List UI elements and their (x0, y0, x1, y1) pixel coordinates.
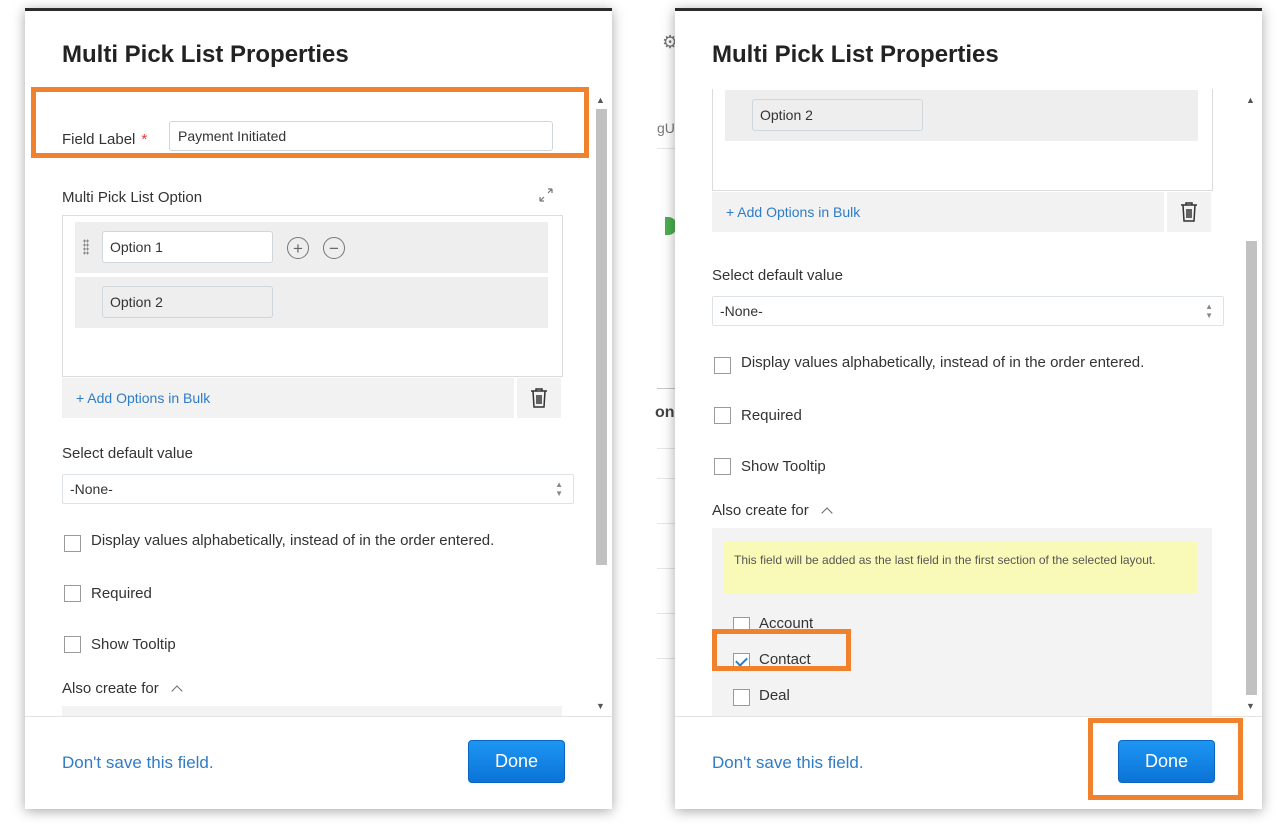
required-checkbox-label: Required (91, 585, 152, 602)
done-button[interactable]: Done (468, 740, 565, 783)
option-input[interactable]: Option 2 (752, 99, 923, 131)
dont-save-field-link[interactable]: Don't save this field. (62, 753, 214, 773)
option-row[interactable]: Option 2 (75, 277, 548, 328)
option-row[interactable]: Option 2 (725, 90, 1198, 141)
also-create-panel: This field will be added as the last fie… (712, 528, 1212, 717)
add-options-in-bulk-link[interactable]: + Add Options in Bulk (76, 390, 210, 406)
delete-options-button[interactable] (1167, 192, 1211, 232)
options-list: Option 2 (712, 89, 1213, 191)
expand-icon[interactable] (538, 187, 554, 203)
also-create-for-label: Also create for (62, 680, 159, 697)
add-options-in-bulk-link[interactable]: + Add Options in Bulk (726, 204, 860, 220)
scroll-down-arrow-icon[interactable]: ▼ (596, 701, 605, 711)
option-row[interactable]: Option 1 + − (75, 222, 548, 273)
alphabetical-checkbox[interactable] (64, 535, 81, 552)
deal-checkbox-label: Deal (759, 687, 790, 704)
field-label-input[interactable]: Payment Initiated (169, 121, 553, 151)
select-arrows-icon: ▲ ▼ (555, 480, 563, 498)
contact-checkbox[interactable] (733, 653, 750, 670)
field-label-text: Field Label (62, 131, 136, 148)
layout-note: This field will be added as the last fie… (724, 542, 1198, 594)
required-checkbox-label: Required (741, 407, 802, 424)
scroll-up-arrow-icon[interactable]: ▲ (1246, 95, 1255, 105)
chevron-up-icon (171, 685, 183, 697)
select-arrows-icon: ▲ ▼ (1205, 302, 1213, 320)
dialog-footer: Don't save this field. Done (25, 716, 612, 809)
add-option-icon[interactable]: + (287, 237, 309, 259)
dialog-body: Field Label * Payment Initiated Multi Pic… (25, 89, 612, 717)
dialog-footer: Don't save this field. Done (675, 716, 1262, 809)
trash-icon (1181, 202, 1197, 222)
show-tooltip-checkbox-label: Show Tooltip (91, 636, 176, 653)
delete-options-button[interactable] (517, 378, 561, 418)
dialog-body: Option 2 + Add Options in Bulk Select de… (675, 89, 1262, 717)
scrollbar-thumb[interactable] (596, 109, 607, 565)
scrollbar[interactable]: ▲ ▼ (592, 89, 610, 717)
required-checkbox[interactable] (714, 407, 731, 424)
trash-icon (531, 388, 547, 408)
deal-checkbox[interactable] (733, 689, 750, 706)
alphabetical-checkbox-label: Display values alphabetically, instead o… (741, 354, 1145, 371)
default-value-label: Select default value (62, 445, 193, 462)
also-create-for-toggle[interactable]: Also create for (62, 680, 183, 697)
required-asterisk: * (141, 131, 148, 148)
scrollbar[interactable]: ▲ ▼ (1242, 89, 1260, 717)
scrollbar-thumb[interactable] (1246, 241, 1257, 695)
dialog-title: Multi Pick List Properties (62, 41, 349, 68)
multi-pick-list-properties-dialog: Multi Pick List Properties Option 2 + Ad… (675, 8, 1262, 809)
show-tooltip-checkbox[interactable] (714, 458, 731, 475)
default-value-selected: -None- (720, 303, 763, 319)
default-value-select[interactable]: -None- ▲ ▼ (62, 474, 574, 504)
add-options-bulk-bar: + Add Options in Bulk (62, 378, 514, 418)
scroll-up-arrow-icon[interactable]: ▲ (596, 95, 605, 105)
dont-save-field-link[interactable]: Don't save this field. (712, 753, 864, 773)
pick-list-option-label: Multi Pick List Option (62, 189, 203, 206)
field-label-caption: Field Label * (62, 131, 147, 148)
alphabetical-checkbox-label: Display values alphabetically, instead o… (91, 532, 495, 549)
required-checkbox[interactable] (64, 585, 81, 602)
option-input[interactable]: Option 2 (102, 286, 273, 318)
multi-pick-list-properties-dialog: Multi Pick List Properties Field Label * … (25, 8, 612, 809)
contact-checkbox-label: Contact (759, 651, 811, 668)
scroll-down-arrow-icon[interactable]: ▼ (1246, 701, 1255, 711)
default-value-label: Select default value (712, 267, 843, 284)
remove-option-icon[interactable]: − (323, 237, 345, 259)
default-value-selected: -None- (70, 481, 113, 497)
background-heading-fragment: on (655, 404, 675, 421)
background-text-fragment: gU (657, 120, 675, 136)
option-input[interactable]: Option 1 (102, 231, 273, 263)
options-list: Option 1 + − Option 2 (62, 215, 563, 377)
show-tooltip-checkbox-label: Show Tooltip (741, 458, 826, 475)
dialog-title: Multi Pick List Properties (712, 41, 999, 68)
chevron-up-icon (821, 507, 833, 519)
add-options-bulk-bar: + Add Options in Bulk (712, 192, 1164, 232)
account-checkbox[interactable] (733, 617, 750, 634)
also-create-for-label: Also create for (712, 502, 809, 519)
also-create-for-toggle[interactable]: Also create for (712, 502, 833, 519)
alphabetical-checkbox[interactable] (714, 357, 731, 374)
show-tooltip-checkbox[interactable] (64, 636, 81, 653)
done-button[interactable]: Done (1118, 740, 1215, 783)
drag-handle-icon[interactable] (83, 239, 89, 255)
default-value-select[interactable]: -None- ▲ ▼ (712, 296, 1224, 326)
account-checkbox-label: Account (759, 615, 814, 632)
